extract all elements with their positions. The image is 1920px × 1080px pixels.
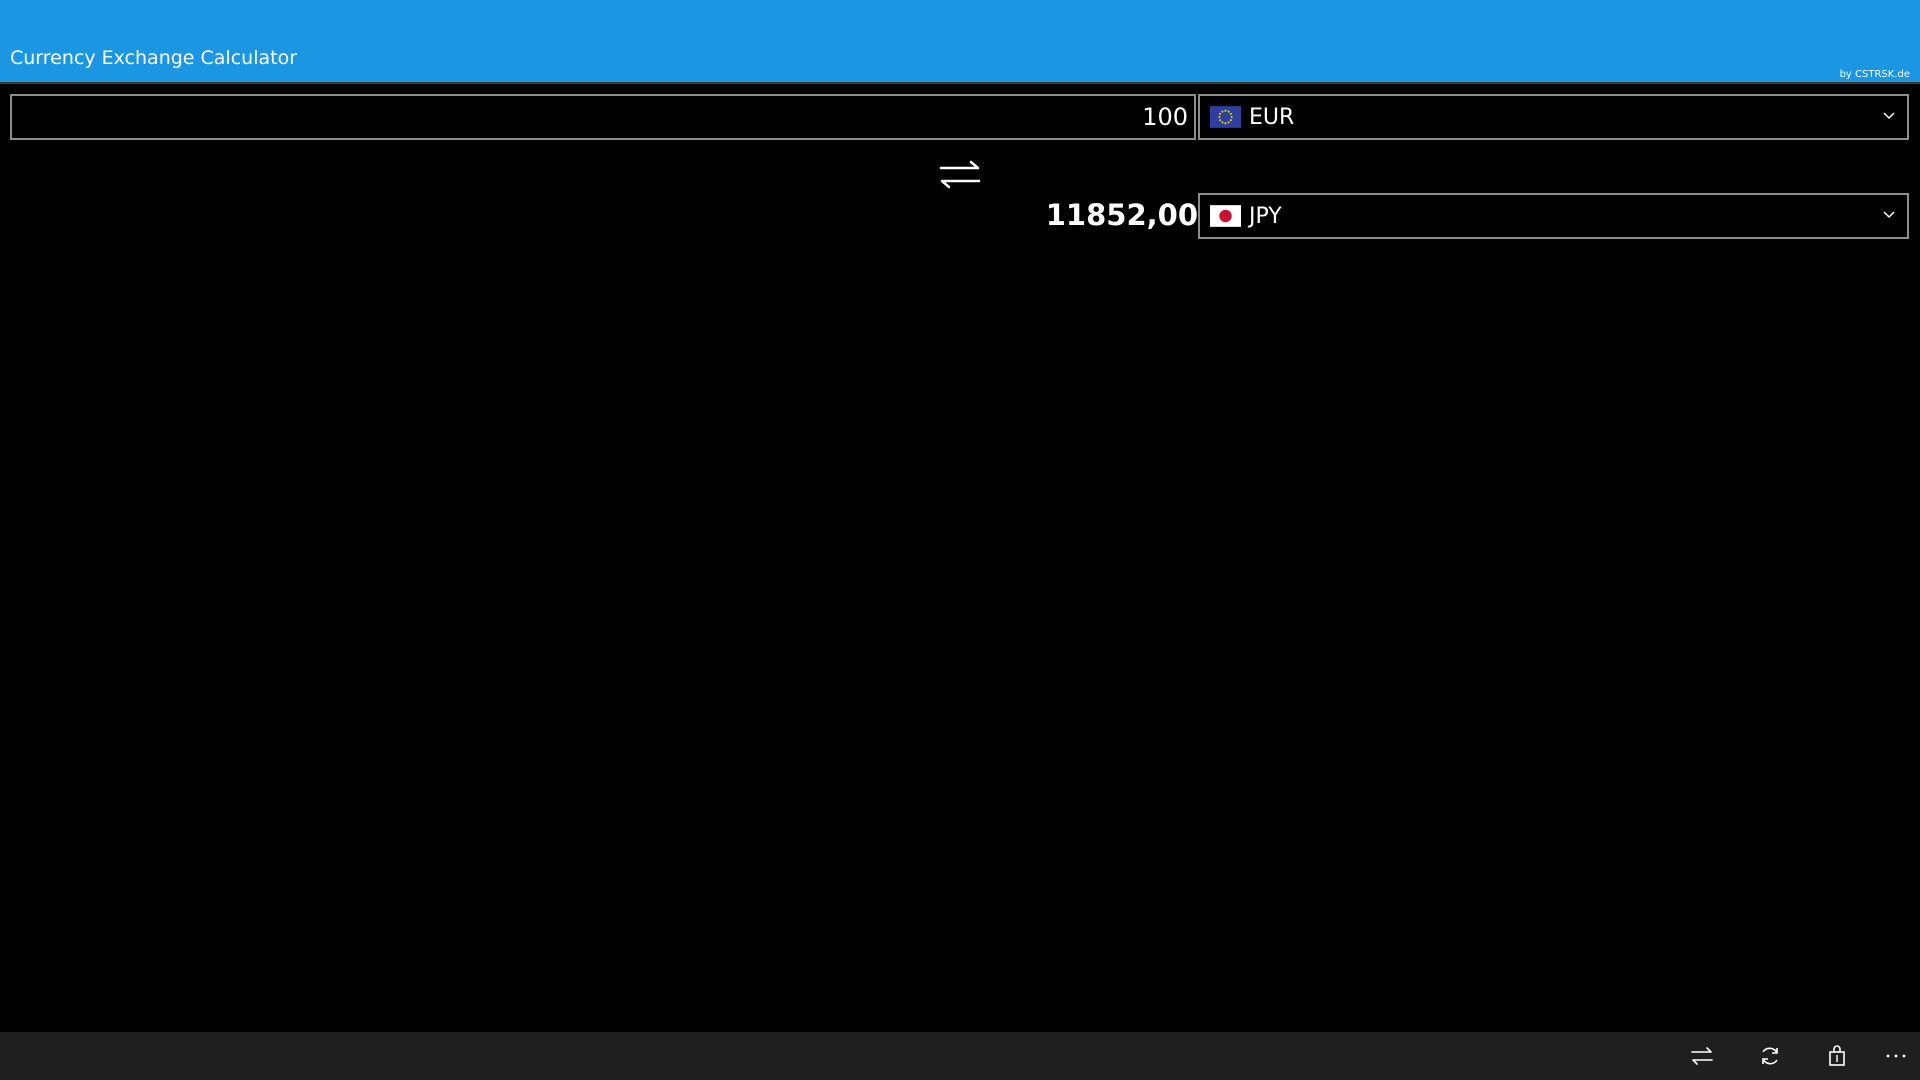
swap-arrows-icon xyxy=(1691,1047,1713,1065)
from-currency-select[interactable]: EUR xyxy=(1198,94,1909,140)
refresh-icon xyxy=(1762,1047,1778,1065)
credit-label: by CSTRSK.de xyxy=(1839,69,1910,80)
more-icon xyxy=(1886,1054,1906,1058)
more-button[interactable] xyxy=(1876,1040,1916,1072)
to-currency-select[interactable]: JPY xyxy=(1198,193,1909,239)
from-currency-code: EUR xyxy=(1249,104,1295,130)
amount-input[interactable] xyxy=(10,94,1196,140)
chevron-down-icon xyxy=(1883,211,1895,219)
swap-arrows-icon xyxy=(939,160,981,189)
eu-flag-icon xyxy=(1210,106,1241,128)
store-bag-icon xyxy=(1829,1045,1845,1066)
to-currency-code: JPY xyxy=(1249,203,1282,229)
store-button[interactable] xyxy=(1817,1040,1857,1072)
swap-button[interactable] xyxy=(936,154,984,194)
refresh-button[interactable] xyxy=(1750,1040,1790,1072)
title-bar: Currency Exchange Calculator by CSTRSK.d… xyxy=(0,0,1920,82)
header-divider xyxy=(0,82,1920,84)
bottom-app-bar xyxy=(0,1032,1920,1080)
converted-result: 11852,00 xyxy=(1045,198,1198,232)
japan-flag-icon xyxy=(1210,205,1241,227)
app-title: Currency Exchange Calculator xyxy=(10,47,298,69)
appbar-swap-button[interactable] xyxy=(1682,1040,1722,1072)
chevron-down-icon xyxy=(1883,112,1895,120)
